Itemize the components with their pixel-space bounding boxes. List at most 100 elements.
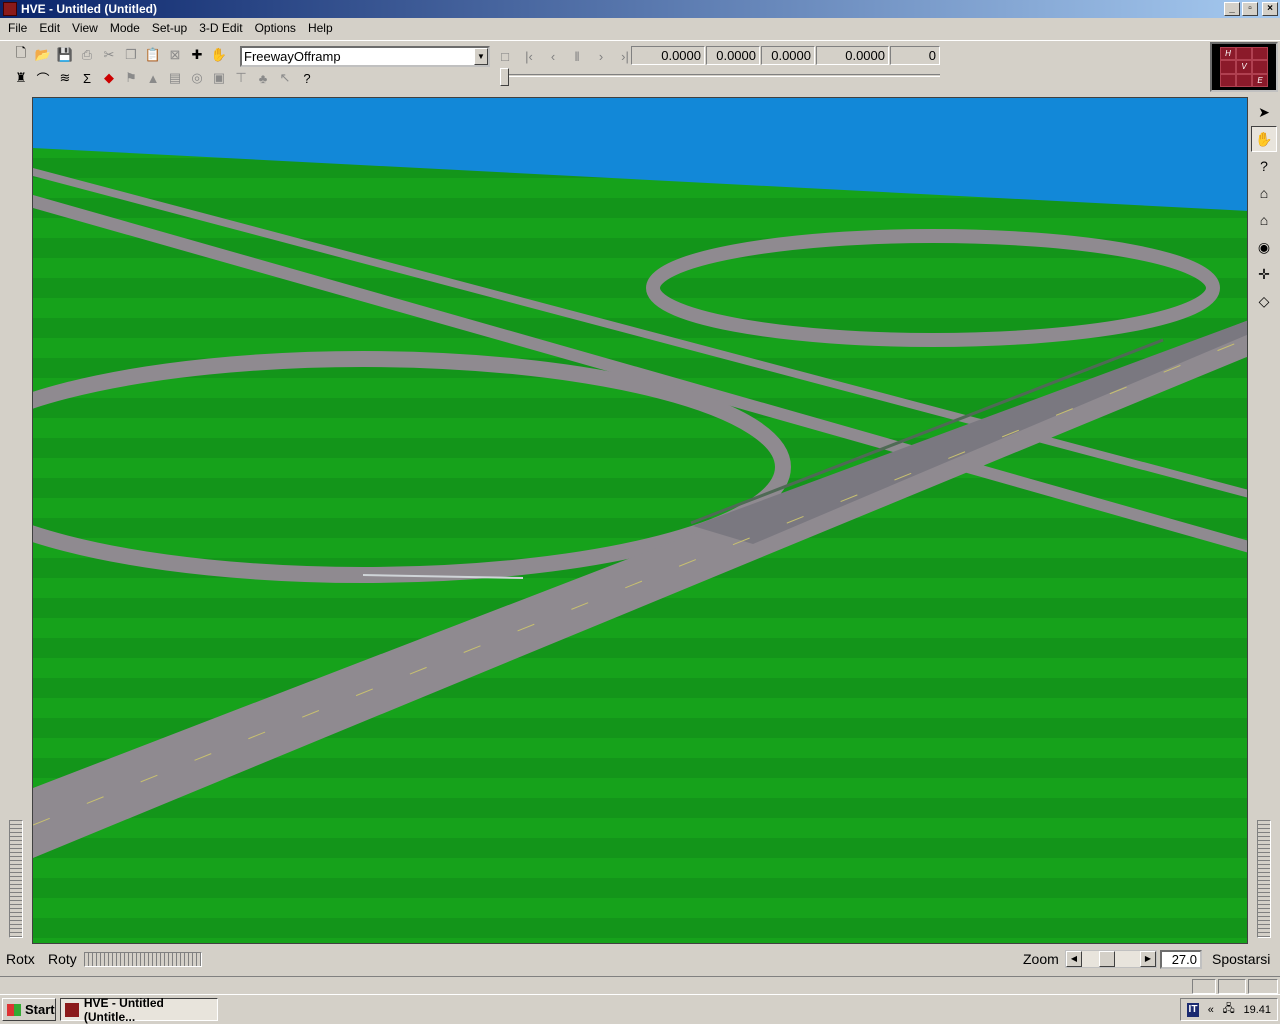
cut-icon[interactable]: ✂ xyxy=(98,44,120,66)
perspective-icon[interactable]: ◇ xyxy=(1251,288,1277,314)
windows-flag-icon xyxy=(7,1003,21,1016)
toolbar-area: 🗋 📂 💾 ⎙ ✂ ❐ 📋 ⊠ ✚ ✋ ♜ ⌒ ≋ Σ ◆ ⚑ ▲ ▤ ◎ ▣ … xyxy=(0,40,1280,94)
step-forward-icon[interactable]: › xyxy=(589,46,613,66)
title-bar[interactable]: HVE - Untitled (Untitled) _ ▫ × xyxy=(0,0,1280,18)
menu-view[interactable]: View xyxy=(66,21,104,35)
taskbar: Start HVE - Untitled (Untitle... IT « 🖧 … xyxy=(0,994,1280,1024)
close-button[interactable]: × xyxy=(1262,2,1278,16)
box-icon[interactable]: ▣ xyxy=(208,67,230,89)
readout-frame: 0 xyxy=(890,46,940,65)
menu-bar: File Edit View Mode Set-up 3-D Edit Opti… xyxy=(0,18,1280,38)
status-bar xyxy=(0,976,1280,994)
save-icon[interactable]: 💾 xyxy=(54,44,76,66)
toolbar-row-2: ♜ ⌒ ≋ Σ ◆ ⚑ ▲ ▤ ◎ ▣ ⊤ ♣ ↖ ? xyxy=(10,67,318,89)
help-icon[interactable]: ? xyxy=(296,67,318,89)
taskbar-item-label: HVE - Untitled (Untitle... xyxy=(83,995,164,1024)
stop-icon[interactable]: □ xyxy=(493,46,517,66)
print-icon[interactable]: ⎙ xyxy=(76,44,98,66)
menu-edit[interactable]: Edit xyxy=(33,21,66,35)
start-label: Start xyxy=(25,1002,55,1017)
menu-help[interactable]: Help xyxy=(302,21,339,35)
menu-options[interactable]: Options xyxy=(249,21,302,35)
roty-thumbwheel[interactable] xyxy=(84,952,202,967)
app-icon[interactable] xyxy=(3,2,17,16)
wheel-icon[interactable]: ◎ xyxy=(186,67,208,89)
new-file-icon[interactable]: 🗋 xyxy=(10,44,32,66)
playback-controls: □ |‹ ‹ ‖ › ›| xyxy=(493,46,637,66)
pan-label: Spostarsi xyxy=(1212,951,1271,967)
roty-label: Roty xyxy=(48,951,77,967)
tree-icon[interactable]: ♣ xyxy=(252,67,274,89)
question-icon[interactable]: ? xyxy=(1251,153,1277,179)
vehicle-icon[interactable]: ♜ xyxy=(10,67,32,89)
logo-letter-v: V xyxy=(1236,60,1252,74)
hve-logo: H V E xyxy=(1210,42,1278,92)
zoom-slider[interactable]: ◀ ▶ xyxy=(1065,950,1157,968)
zoom-right-arrow-icon[interactable]: ▶ xyxy=(1140,951,1156,967)
menu-mode[interactable]: Mode xyxy=(104,21,146,35)
pause-icon[interactable]: ‖ xyxy=(565,46,589,66)
clock: 19.41 xyxy=(1243,1003,1271,1016)
right-panel: ➤ ✋ ? ⌂ ⌂ ◉ ✛ ◇ xyxy=(1248,97,1280,944)
seek-icon[interactable]: ✛ xyxy=(1251,261,1277,287)
readout-z: 0.0000 xyxy=(816,46,889,65)
3d-viewport[interactable] xyxy=(32,97,1248,944)
timeline-slider[interactable] xyxy=(500,68,509,86)
scene-render xyxy=(33,98,1247,943)
restore-button[interactable]: ▫ xyxy=(1242,2,1258,16)
logo-letter-h: H xyxy=(1220,47,1236,61)
drum-icon[interactable]: ▤ xyxy=(164,67,186,89)
paste-icon[interactable]: 📋 xyxy=(142,44,164,66)
menu-file[interactable]: File xyxy=(2,21,33,35)
object-select[interactable]: FreewayOfframp ▼ xyxy=(240,46,490,67)
object-select-value: FreewayOfframp xyxy=(244,49,341,64)
delete-icon[interactable]: ⊠ xyxy=(164,44,186,66)
terrain-icon[interactable]: ≋ xyxy=(54,67,76,89)
menu-setup[interactable]: Set-up xyxy=(146,21,193,35)
copy-icon[interactable]: ❐ xyxy=(120,44,142,66)
language-indicator[interactable]: IT xyxy=(1187,1002,1199,1017)
hve-app-icon xyxy=(65,1002,79,1017)
grab-hand-icon[interactable]: ✋ xyxy=(208,44,230,66)
path-icon[interactable]: ⌒ xyxy=(32,67,54,89)
pan-hand-icon[interactable]: ✋ xyxy=(1251,126,1277,152)
right-thumbwheel[interactable] xyxy=(1257,820,1271,938)
select-pointer-icon[interactable]: ➤ xyxy=(1251,99,1277,125)
readout-y: 0.0000 xyxy=(761,46,815,65)
start-button[interactable]: Start xyxy=(2,998,56,1021)
window-title: HVE - Untitled (Untitled) xyxy=(21,2,157,16)
home-icon[interactable]: ⌂ xyxy=(1251,180,1277,206)
readout-x: 0.0000 xyxy=(706,46,760,65)
open-folder-icon[interactable]: 📂 xyxy=(32,44,54,66)
rotx-label: Rotx xyxy=(6,951,35,967)
set-home-icon[interactable]: ⌂ xyxy=(1251,207,1277,233)
zoom-slider-thumb[interactable] xyxy=(1099,951,1115,967)
timeline-track[interactable] xyxy=(504,74,940,77)
add-object-icon[interactable]: ✚ xyxy=(186,44,208,66)
toolbar-row-1: 🗋 📂 💾 ⎙ ✂ ❐ 📋 ⊠ ✚ ✋ xyxy=(10,44,230,66)
system-tray: IT « 🖧 19.41 xyxy=(1180,998,1278,1021)
flip-arrows-icon[interactable]: ◆ xyxy=(98,67,120,89)
cone-icon[interactable]: ▲ xyxy=(142,67,164,89)
arrow-icon[interactable]: ↖ xyxy=(274,67,296,89)
readout-time: 0.0000 xyxy=(631,46,705,65)
zoom-left-arrow-icon[interactable]: ◀ xyxy=(1066,951,1082,967)
menu-3d-edit[interactable]: 3-D Edit xyxy=(193,21,248,35)
viewer-status-row: Rotx Roty Zoom ◀ ▶ 27.0 Spostarsi xyxy=(0,946,1280,972)
chevron-down-icon[interactable]: ▼ xyxy=(474,48,488,65)
network-icon[interactable]: 🖧 xyxy=(1223,1000,1235,1019)
sign-icon[interactable]: ⊤ xyxy=(230,67,252,89)
zoom-label: Zoom xyxy=(1023,951,1059,967)
logo-letter-e: E xyxy=(1252,73,1268,87)
minimize-button[interactable]: _ xyxy=(1224,2,1240,16)
rewind-start-icon[interactable]: |‹ xyxy=(517,46,541,66)
tray-expand-icon[interactable]: « xyxy=(1208,1004,1214,1016)
taskbar-item-hve[interactable]: HVE - Untitled (Untitle... xyxy=(60,995,218,1024)
left-panel xyxy=(0,97,32,944)
flag-icon[interactable]: ⚑ xyxy=(120,67,142,89)
sigma-icon[interactable]: Σ xyxy=(76,67,98,89)
zoom-value-field[interactable]: 27.0 xyxy=(1160,950,1202,969)
view-all-icon[interactable]: ◉ xyxy=(1251,234,1277,260)
step-back-icon[interactable]: ‹ xyxy=(541,46,565,66)
left-thumbwheel[interactable] xyxy=(9,820,23,938)
